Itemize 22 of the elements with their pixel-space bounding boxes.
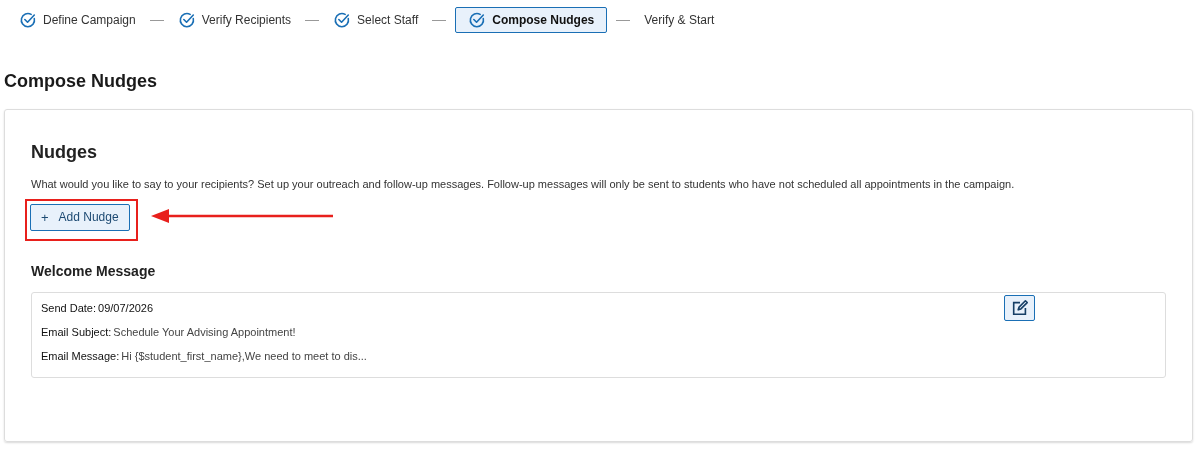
field-value: 09/07/2026 (98, 302, 154, 316)
edit-button[interactable] (1004, 295, 1035, 321)
field-label: Send Date: (41, 302, 97, 316)
section-description: What would you like to say to your recipients? Set up your outreach and follow-up messages. Follow-up messages will only be sent to students who have not scheduled all appointments in the campaign. (31, 178, 1016, 190)
wizard-step[interactable]: Select Staff (328, 7, 424, 33)
section-title: Nudges (31, 142, 98, 163)
page-title: Compose Nudges (4, 71, 159, 92)
check-circle-icon (19, 11, 37, 29)
edit-icon (1010, 299, 1029, 317)
field-label: Email Subject: (41, 326, 112, 340)
field-label: Email Message: (41, 350, 120, 364)
section-title: Welcome Message (31, 263, 157, 279)
check-circle-icon (333, 11, 352, 29)
check-circle-icon (468, 11, 487, 29)
wizard-step[interactable]: Verify & Start (639, 7, 720, 33)
check-circle-icon (177, 11, 196, 29)
wizard-step[interactable]: Verify Recipients (172, 7, 297, 33)
add-nudge-button[interactable]: + Add Nudge (30, 204, 130, 231)
wizard-step[interactable]: Define Campaign (14, 7, 141, 33)
field-value: Schedule Your Advising Appointment! (113, 326, 296, 340)
wizard-step[interactable]: Compose Nudges (455, 7, 608, 33)
field-value: Hi {$student_first_name},We need to meet to dis... (121, 350, 367, 364)
